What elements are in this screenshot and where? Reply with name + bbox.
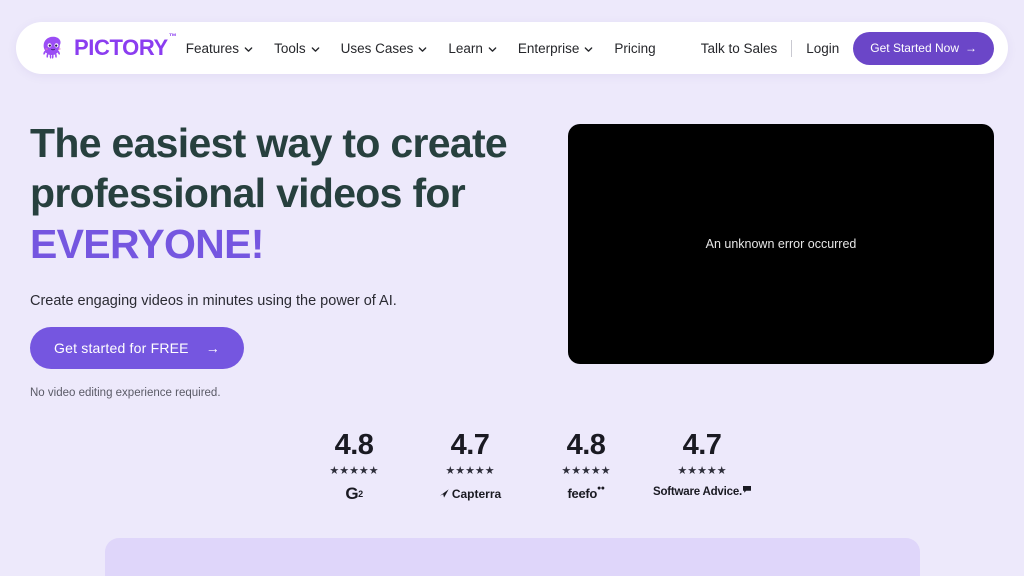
page-title: The easiest way to create professional v… <box>30 118 530 269</box>
nav-item-learn[interactable]: Learn <box>448 41 497 56</box>
capterra-logo: Capterra <box>439 486 501 502</box>
rating-g2: 4.8 ★★★★★ G2 <box>298 429 410 503</box>
chevron-down-icon <box>419 46 427 52</box>
nav-item-tools[interactable]: Tools <box>274 41 320 56</box>
nav-item-uses-cases[interactable]: Uses Cases <box>341 41 428 56</box>
star-rating-icon: ★★★★★ <box>561 464 611 477</box>
headline-line-1: The easiest way to create <box>30 120 508 166</box>
nav-divider <box>791 39 793 57</box>
rating-capterra: 4.7 ★★★★★ Capterra <box>414 429 526 502</box>
chevron-down-icon <box>585 46 593 52</box>
chevron-down-icon <box>311 46 319 52</box>
rating-score: 4.7 <box>682 429 722 461</box>
get-started-now-button[interactable]: Get Started Now → <box>853 31 994 65</box>
octopus-icon <box>43 36 61 59</box>
rating-score: 4.8 <box>334 429 374 461</box>
g2-logo: G2 <box>345 483 363 503</box>
star-rating-icon: ★★★★★ <box>329 464 379 477</box>
hero-disclaimer: No video editing experience required. <box>30 387 221 400</box>
nav-label: Learn <box>448 40 483 56</box>
nav-label: Enterprise <box>517 40 580 56</box>
nav-actions: Talk to Sales Login Get Started Now → <box>701 31 994 65</box>
nav-item-enterprise[interactable]: Enterprise <box>518 41 594 56</box>
star-rating-icon: ★★★★★ <box>445 464 495 477</box>
bottom-section-panel <box>105 538 920 576</box>
chevron-down-icon <box>244 46 253 52</box>
trademark-symbol: ™ <box>168 32 177 41</box>
get-started-free-label: Get started for FREE <box>54 340 189 357</box>
headline-accent: EVERYONE! <box>30 220 264 267</box>
rating-software-advice: 4.7 ★★★★★ Software Advice. <box>646 429 758 502</box>
nav-links: Features Tools Uses Cases Learn Enterpri… <box>186 41 656 56</box>
software-advice-label: Software Advice. <box>652 485 743 498</box>
feefo-logo: feefo ●● <box>567 485 605 502</box>
get-started-free-button[interactable]: Get started for FREE → <box>30 327 244 370</box>
capterra-mark-icon <box>439 489 449 499</box>
speech-bubble-icon <box>743 485 752 493</box>
talk-to-sales-link[interactable]: Talk to Sales <box>701 41 778 56</box>
video-error-message: An unknown error occurred <box>705 237 857 251</box>
arrow-right-icon: → <box>965 41 977 55</box>
capterra-label: Capterra <box>451 486 502 501</box>
headline-line-2: professional videos for <box>30 170 466 217</box>
rating-score: 4.7 <box>450 429 490 461</box>
login-link[interactable]: Login <box>806 41 839 56</box>
brand-wordmark: PICTORY ™ <box>74 33 177 60</box>
nav-label: Features <box>185 40 240 56</box>
nav-item-features[interactable]: Features <box>186 41 253 56</box>
rating-score: 4.8 <box>566 429 606 461</box>
nav-item-pricing[interactable]: Pricing <box>614 41 655 56</box>
feefo-dots-icon: ●● <box>597 485 605 493</box>
hero-subheading: Create engaging videos in minutes using … <box>30 293 397 310</box>
hero-video-player[interactable]: An unknown error occurred <box>568 124 994 364</box>
hero-section: The easiest way to create professional v… <box>30 118 530 399</box>
nav-label: Pricing <box>614 40 656 56</box>
chevron-down-icon <box>488 46 497 52</box>
brand-logo[interactable]: PICTORY ™ <box>38 33 177 63</box>
nav-label: Tools <box>274 40 306 56</box>
star-rating-icon: ★★★★★ <box>677 464 727 477</box>
brand-name: PICTORY <box>74 35 168 60</box>
main-navbar: PICTORY ™ Features Tools Uses Cases Lear… <box>16 22 1008 74</box>
arrow-right-icon: → <box>205 340 220 357</box>
get-started-now-label: Get Started Now <box>870 41 959 55</box>
rating-feefo: 4.8 ★★★★★ feefo ●● <box>530 429 642 502</box>
software-advice-logo: Software Advice. <box>652 485 752 502</box>
ratings-row: 4.8 ★★★★★ G2 4.7 ★★★★★ Capterra 4.8 ★★★★… <box>298 429 758 503</box>
feefo-label: feefo <box>567 486 598 502</box>
nav-label: Uses Cases <box>340 40 414 56</box>
